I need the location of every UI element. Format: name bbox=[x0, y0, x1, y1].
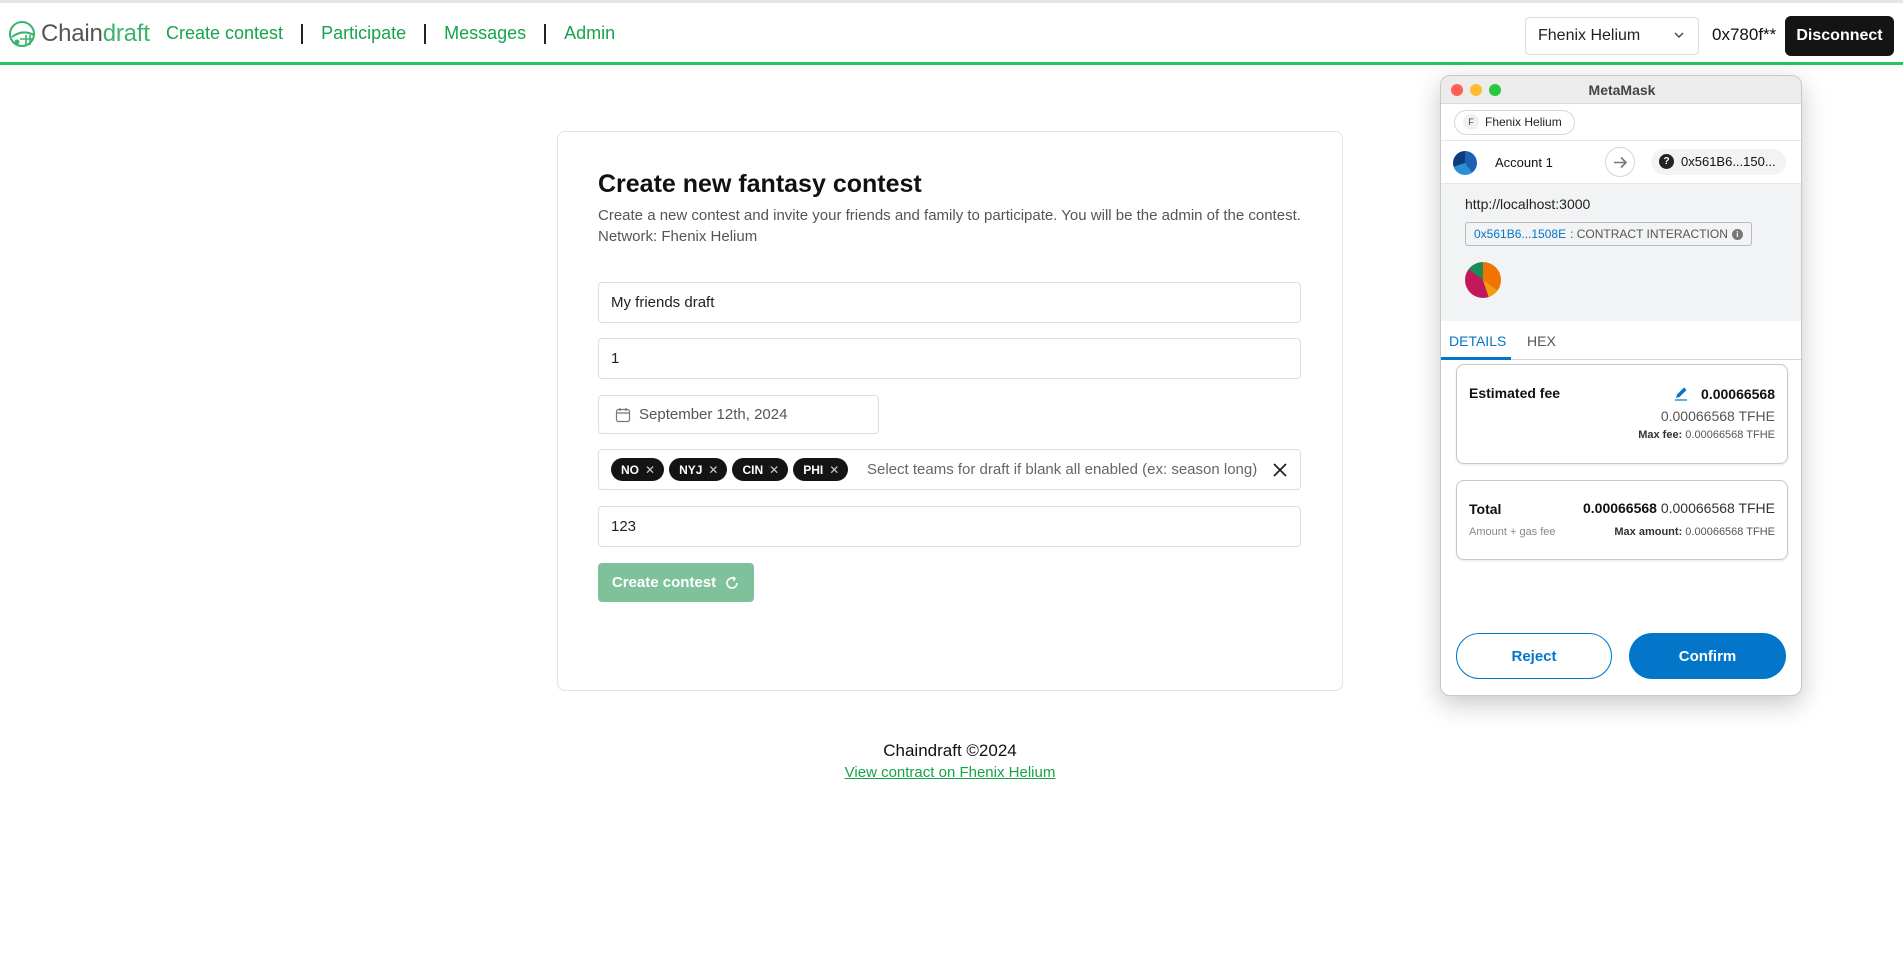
max-amount: Max amount: 0.00066568 TFHE bbox=[1614, 526, 1775, 538]
code-value: 123 bbox=[611, 518, 637, 535]
remove-tag-icon[interactable]: ✕ bbox=[645, 463, 655, 481]
footer-contract-link[interactable]: View contract on Fhenix Helium bbox=[557, 764, 1343, 781]
metamask-network-pill[interactable]: F Fhenix Helium bbox=[1454, 110, 1575, 135]
contract-avatar bbox=[1465, 262, 1501, 298]
logo[interactable]: Chaindraft bbox=[6, 17, 150, 51]
calendar-icon bbox=[615, 408, 631, 423]
wallet-address: 0x780f** bbox=[1712, 25, 1777, 44]
edit-pencil-icon[interactable] bbox=[1673, 385, 1689, 401]
create-contest-card: Create new fantasy contest Create a new … bbox=[557, 131, 1343, 691]
team-tag-label: PHI bbox=[803, 463, 824, 477]
nav-link-participate[interactable]: Participate bbox=[321, 23, 406, 44]
remove-tag-icon[interactable]: ✕ bbox=[829, 463, 839, 481]
team-tag-label: NO bbox=[621, 463, 639, 477]
question-icon: ? bbox=[1659, 154, 1674, 169]
remove-tag-icon[interactable]: ✕ bbox=[708, 463, 718, 481]
metamask-titlebar: MetaMask bbox=[1441, 76, 1801, 104]
team-tag: PHI ✕ bbox=[793, 458, 849, 481]
origin-url: http://localhost:3000 bbox=[1465, 196, 1591, 212]
helmet-logo-icon bbox=[9, 21, 35, 47]
team-tags: NO ✕ NYJ ✕ CIN ✕ PHI ✕ bbox=[611, 458, 853, 481]
date-picker[interactable]: September 12th, 2024 bbox=[598, 395, 879, 434]
team-select-placeholder: Select teams for draft if blank all enab… bbox=[867, 461, 1258, 478]
logo-text-suffix: draft bbox=[102, 20, 150, 47]
account-name[interactable]: Account 1 bbox=[1495, 155, 1553, 170]
metamask-network-name: Fhenix Helium bbox=[1485, 115, 1562, 129]
recipient-address-pill[interactable]: ? 0x561B6...150... bbox=[1651, 149, 1786, 175]
arrow-right-icon bbox=[1614, 156, 1628, 169]
estimated-fee-label: Estimated fee bbox=[1469, 385, 1561, 401]
contract-interaction-label: : CONTRACT INTERACTION bbox=[1570, 227, 1728, 241]
week-value: 1 bbox=[611, 350, 620, 367]
team-tag: CIN ✕ bbox=[732, 458, 789, 481]
footer-copyright: Chaindraft ©2024 bbox=[883, 741, 1017, 760]
tab-details[interactable]: DETAILS bbox=[1449, 333, 1506, 349]
total-bold-value: 0.00066568 bbox=[1582, 500, 1657, 516]
nav-link-create-contest[interactable]: Create contest bbox=[166, 23, 283, 44]
top-navbar: Chaindraft Create contest Participate Me… bbox=[0, 3, 1903, 65]
create-contest-label: Create contest bbox=[611, 574, 717, 591]
estimated-fee-token: 0.00066568 TFHE bbox=[1660, 408, 1775, 424]
chevron-down-icon bbox=[1674, 32, 1684, 38]
total-token-value: 0.00066568 TFHE bbox=[1660, 500, 1775, 516]
disconnect-button[interactable]: Disconnect bbox=[1785, 16, 1894, 56]
team-tag: NYJ ✕ bbox=[669, 458, 728, 481]
team-tag-label: CIN bbox=[742, 463, 764, 477]
clear-icon[interactable] bbox=[1271, 461, 1289, 479]
total-subtitle: Amount + gas fee bbox=[1469, 526, 1556, 538]
nav-link-messages[interactable]: Messages bbox=[444, 23, 526, 44]
contest-name-input[interactable]: My friends draft bbox=[598, 282, 1301, 323]
page-description: Create a new contest and invite your fri… bbox=[598, 205, 1308, 247]
total-box: Total 0.00066568 0.00066568 TFHE Amount … bbox=[1456, 480, 1788, 560]
max-amount-value: 0.00066568 TFHE bbox=[1685, 526, 1775, 538]
reject-button[interactable]: Reject bbox=[1456, 633, 1612, 679]
info-icon[interactable]: i bbox=[1731, 229, 1743, 240]
week-input[interactable]: 1 bbox=[598, 338, 1301, 379]
max-fee-value: 0.00066568 TFHE bbox=[1685, 429, 1775, 441]
active-tab-indicator bbox=[1441, 357, 1511, 360]
max-amount-label: Max amount: bbox=[1614, 526, 1683, 538]
code-input[interactable]: 123 bbox=[598, 506, 1301, 547]
network-select[interactable]: Fhenix Helium bbox=[1525, 17, 1699, 55]
remove-tag-icon[interactable]: ✕ bbox=[769, 463, 779, 481]
loading-spinner-icon bbox=[726, 575, 738, 589]
logo-text-prefix: Chain bbox=[41, 20, 103, 47]
tab-hex[interactable]: HEX bbox=[1527, 333, 1556, 349]
metamask-popup: MetaMask F Fhenix Helium Account 1 ? 0x5… bbox=[1440, 75, 1802, 696]
contest-name-value: My friends draft bbox=[611, 294, 715, 311]
metamask-origin-section: http://localhost:3000 0x561B6...1508E : … bbox=[1441, 184, 1801, 321]
description-text: Create a new contest and invite your fri… bbox=[598, 207, 1301, 224]
contract-address[interactable]: 0x561B6...1508E bbox=[1474, 227, 1566, 245]
metamask-window-title: MetaMask bbox=[1588, 82, 1656, 98]
team-multiselect[interactable]: NO ✕ NYJ ✕ CIN ✕ PHI ✕ Select teams for draf… bbox=[598, 449, 1301, 490]
recipient-address: 0x561B6...150... bbox=[1681, 154, 1776, 169]
contract-interaction-pill[interactable]: 0x561B6...1508E : CONTRACT INTERACTION i bbox=[1465, 222, 1752, 246]
max-fee-label: Max fee: bbox=[1638, 429, 1683, 441]
confirm-button[interactable]: Confirm bbox=[1629, 633, 1786, 679]
nav-links: Create contest Participate Messages Admi… bbox=[166, 23, 615, 44]
transfer-arrow bbox=[1605, 147, 1635, 177]
network-badge-icon: F bbox=[1463, 114, 1479, 130]
estimated-fee-value: 0.00066568 bbox=[1701, 386, 1775, 402]
date-value: September 12th, 2024 bbox=[639, 406, 788, 423]
nav-divider bbox=[544, 23, 547, 44]
metamask-account-row: Account 1 ? 0x561B6...150... bbox=[1441, 140, 1801, 184]
logo-text: Chaindraft bbox=[41, 20, 150, 48]
metamask-tabs: DETAILS HEX bbox=[1441, 321, 1801, 360]
team-tag: NO ✕ bbox=[611, 458, 665, 481]
create-contest-button[interactable]: Create contest bbox=[598, 563, 754, 602]
network-select-value: Fhenix Helium bbox=[1538, 27, 1641, 44]
nav-link-admin[interactable]: Admin bbox=[564, 23, 615, 44]
estimated-fee-box: Estimated fee 0.00066568 0.00066568 TFHE… bbox=[1456, 364, 1788, 464]
total-value: 0.00066568 0.00066568 TFHE bbox=[1583, 500, 1775, 516]
account-avatar bbox=[1453, 151, 1477, 175]
team-tag-label: NYJ bbox=[679, 463, 703, 477]
nav-divider bbox=[424, 23, 427, 44]
total-label: Total bbox=[1469, 501, 1502, 517]
network-text: Network: Fhenix Helium bbox=[598, 228, 758, 245]
max-fee: Max fee: 0.00066568 TFHE bbox=[1638, 429, 1775, 441]
nav-divider bbox=[301, 23, 304, 44]
page-title: Create new fantasy contest bbox=[598, 170, 922, 198]
